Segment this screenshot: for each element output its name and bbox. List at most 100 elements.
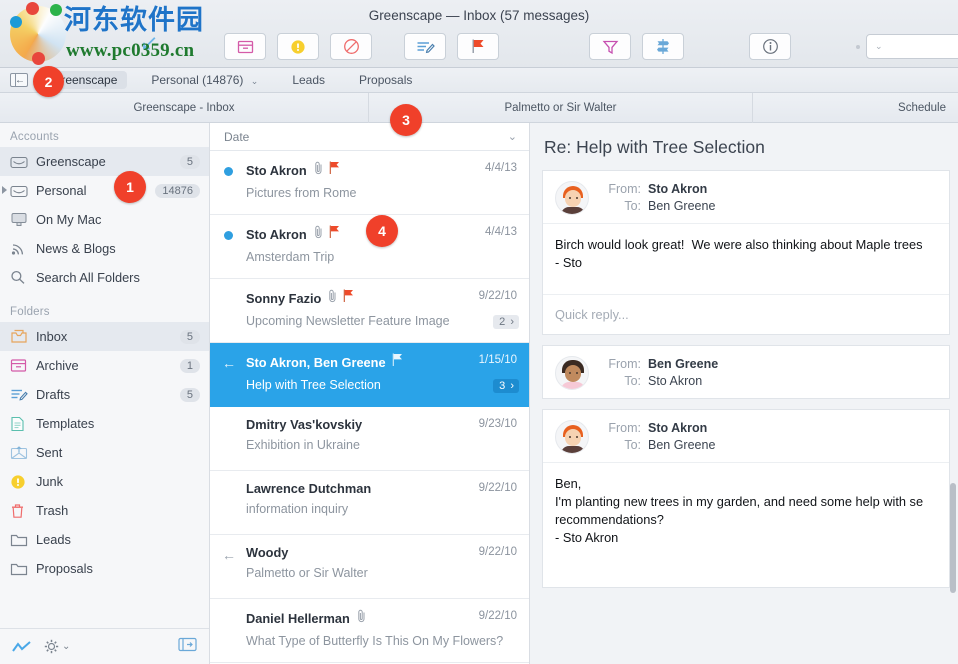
- sidebar-item-drafts[interactable]: Drafts 5: [0, 380, 209, 409]
- gear-icon[interactable]: [44, 639, 59, 654]
- info-button[interactable]: [749, 33, 791, 60]
- sidebar-item-trash[interactable]: Trash: [0, 496, 209, 525]
- table-row[interactable]: ← Woody 9/22/10 Palmetto or Sir Walter: [210, 535, 529, 599]
- unread-dot-icon: [224, 231, 233, 240]
- to-value[interactable]: Ben Greene: [648, 437, 715, 454]
- to-value[interactable]: Ben Greene: [648, 198, 715, 215]
- sidebar-item-on-my-mac[interactable]: On My Mac: [0, 205, 209, 234]
- logo-dot-red2-icon: [32, 52, 45, 65]
- sidebar-scroll-area: Accounts Greenscape 5 Personal 14876: [0, 123, 209, 628]
- to-value[interactable]: Sto Akron: [648, 373, 702, 390]
- table-row[interactable]: Dmitry Vas'kovskiy 9/23/10 Exhibition in…: [210, 407, 529, 471]
- to-row: To: Ben Greene: [599, 198, 715, 215]
- message-subject: Upcoming Newsletter Feature Image: [246, 314, 517, 328]
- sidebar-item-inbox-count: 5: [180, 330, 200, 344]
- sidebar-item-junk[interactable]: Junk: [0, 467, 209, 496]
- avatar: [555, 181, 589, 215]
- thread-count-value: 2: [499, 316, 505, 328]
- search-field[interactable]: [887, 40, 958, 54]
- activity-icon[interactable]: [12, 640, 32, 654]
- table-row[interactable]: Sonny Fazio 9/22/10 Upcoming Newsletter …: [210, 279, 529, 343]
- reading-pane-scrollbar[interactable]: [950, 483, 956, 593]
- sidebar-item-junk-label: Junk: [36, 474, 209, 489]
- compose-icon: [416, 39, 435, 55]
- info-icon: [762, 38, 779, 55]
- message-subject: Help with Tree Selection: [246, 378, 517, 392]
- callout-badge-1: 1: [114, 171, 146, 203]
- reading-pane: Re: Help with Tree Selection From: Sto A…: [530, 123, 958, 664]
- table-row[interactable]: ← Sto Akron, Ben Greene 1/15/10 Help wit…: [210, 343, 529, 407]
- sidebar-item-news-blogs-label: News & Blogs: [36, 241, 209, 256]
- sidebar-item-templates[interactable]: Templates: [0, 409, 209, 438]
- flag-icon: [329, 225, 341, 244]
- tab-leads-label: Leads: [292, 73, 325, 87]
- from-value[interactable]: Ben Greene: [648, 356, 718, 373]
- table-row[interactable]: Daniel Hellerman 9/22/10 What Type of Bu…: [210, 599, 529, 663]
- inbox-icon: [10, 329, 36, 345]
- message-sender: Daniel Hellerman: [246, 611, 350, 626]
- tab-proposals[interactable]: Proposals: [349, 71, 422, 89]
- chevron-down-icon[interactable]: ⌄: [251, 76, 259, 86]
- pane-header-right: Schedule: [753, 93, 958, 123]
- message-list-sort-header[interactable]: Date ⌄: [210, 123, 529, 151]
- search-scope-caret-icon[interactable]: ⌄: [875, 41, 883, 52]
- tab-personal[interactable]: Personal (14876) ⌄: [141, 71, 268, 89]
- from-value[interactable]: Sto Akron: [648, 420, 707, 437]
- message-subject: What Type of Butterfly Is This On My Flo…: [246, 634, 517, 648]
- sidebar-item-inbox-label: Inbox: [36, 329, 180, 344]
- attachment-icon: [313, 161, 324, 180]
- junk-button[interactable]: [277, 33, 319, 60]
- sidebar-item-archive-label: Archive: [36, 358, 180, 373]
- flag-icon: [329, 161, 341, 180]
- replied-arrow-icon: ←: [222, 548, 236, 562]
- compose-button[interactable]: [404, 33, 446, 60]
- tab-leads[interactable]: Leads: [282, 71, 335, 89]
- archive-icon: [10, 358, 36, 373]
- avatar-eye-right: [576, 436, 578, 438]
- thread-count-badge[interactable]: 2 ›: [493, 315, 519, 329]
- message-subject: Pictures from Rome: [246, 186, 517, 200]
- rss-icon: [10, 241, 36, 256]
- table-row[interactable]: Lawrence Dutchman 9/22/10 information in…: [210, 471, 529, 535]
- message-header: From: Sto Akron To: Ben Greene: [543, 410, 949, 463]
- sidebar-item-news-blogs[interactable]: News & Blogs: [0, 234, 209, 263]
- sidebar-item-personal[interactable]: Personal 14876: [0, 176, 209, 205]
- flag-button[interactable]: [457, 33, 499, 60]
- sidebar-item-archive[interactable]: Archive 1: [0, 351, 209, 380]
- sidebar-item-on-my-mac-label: On My Mac: [36, 212, 209, 227]
- table-row[interactable]: Sto Akron 4/4/13 Pictures from Rome: [210, 151, 529, 215]
- trash-icon: [10, 503, 36, 519]
- disclosure-triangle-icon[interactable]: [2, 186, 7, 194]
- attachment-icon: [356, 609, 367, 628]
- chevron-down-icon[interactable]: ⌄: [508, 130, 517, 143]
- panel-toggle-icon[interactable]: [178, 637, 197, 657]
- quick-reply-input[interactable]: Quick reply...: [543, 294, 949, 334]
- sidebar-item-sent[interactable]: Sent: [0, 438, 209, 467]
- site-watermark-logo: ↙ 河东软件园 www.pc0359.cn: [4, 0, 224, 68]
- sort-button[interactable]: [642, 33, 684, 60]
- thread-count-badge[interactable]: 3 ›: [493, 379, 519, 393]
- avatar-eye-right: [576, 372, 578, 374]
- sidebar-item-leads[interactable]: Leads: [0, 525, 209, 554]
- settings-caret-icon[interactable]: ⌄: [62, 641, 70, 652]
- search-input[interactable]: ⌄: [866, 34, 958, 59]
- block-icon: [343, 38, 360, 55]
- pane-header-left: Greenscape - Inbox: [0, 93, 368, 123]
- block-button[interactable]: [330, 33, 372, 60]
- sidebar-item-proposals[interactable]: Proposals: [0, 554, 209, 583]
- sort-header-label: Date: [224, 130, 249, 144]
- message-sender: Sto Akron, Ben Greene: [246, 355, 386, 370]
- message-sender: Sto Akron: [246, 227, 307, 242]
- sidebar-item-search-all-folders[interactable]: Search All Folders: [0, 263, 209, 292]
- sidebar-item-greenscape[interactable]: Greenscape 5: [0, 147, 209, 176]
- from-value[interactable]: Sto Akron: [648, 181, 707, 198]
- sidebar-item-inbox[interactable]: Inbox 5: [0, 322, 209, 351]
- archive-button[interactable]: [224, 33, 266, 60]
- from-row: From: Sto Akron: [599, 181, 715, 198]
- from-label: From:: [599, 356, 641, 373]
- search-icon: [10, 270, 36, 285]
- sidebar-collapse-icon[interactable]: ←: [10, 73, 28, 87]
- filter-button[interactable]: [589, 33, 631, 60]
- sidebar-item-templates-label: Templates: [36, 416, 209, 431]
- titlebar: Greenscape — Inbox (57 messages) ↙ 河东软件园…: [0, 0, 958, 68]
